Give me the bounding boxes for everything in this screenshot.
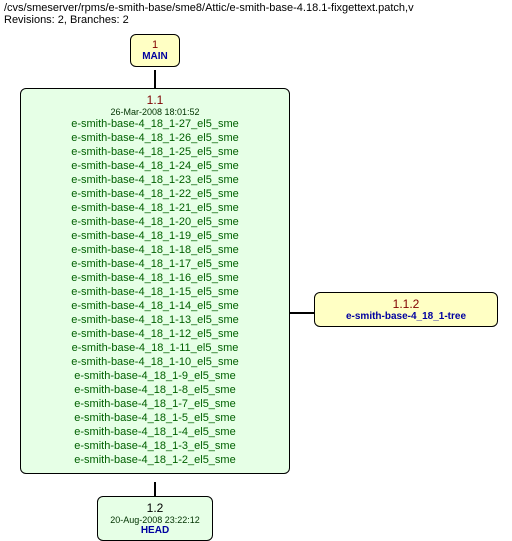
revision-date: 20-Aug-2008 23:22:12	[102, 515, 208, 525]
file-path-header: /cvs/smeserver/rpms/e-smith-base/sme8/At…	[0, 0, 512, 28]
branch-1.1.2-node: 1.1.2 e-smith-base-4_18_1-tree	[314, 292, 498, 327]
revision-tag: e-smith-base-4_18_1-13_el5_sme	[27, 313, 283, 327]
revision-tag: e-smith-base-4_18_1-17_el5_sme	[27, 257, 283, 271]
file-path: /cvs/smeserver/rpms/e-smith-base/sme8/At…	[4, 2, 508, 14]
revision-tag: e-smith-base-4_18_1-9_el5_sme	[27, 369, 283, 383]
revision-tag: e-smith-base-4_18_1-18_el5_sme	[27, 243, 283, 257]
revision-tag: e-smith-base-4_18_1-5_el5_sme	[27, 411, 283, 425]
revision-tag: e-smith-base-4_18_1-12_el5_sme	[27, 327, 283, 341]
revision-tag: e-smith-base-4_18_1-26_el5_sme	[27, 131, 283, 145]
revision-tag: e-smith-base-4_18_1-22_el5_sme	[27, 187, 283, 201]
revision-version: 1.1	[27, 93, 283, 107]
revision-tag: e-smith-base-4_18_1-11_el5_sme	[27, 341, 283, 355]
revision-graph: 1 MAIN 1.1 26-Mar-2008 18:01:52 e-smith-…	[0, 28, 512, 528]
revision-tag: e-smith-base-4_18_1-20_el5_sme	[27, 215, 283, 229]
revision-tag: e-smith-base-4_18_1-24_el5_sme	[27, 159, 283, 173]
revision-tag: e-smith-base-4_18_1-23_el5_sme	[27, 173, 283, 187]
revision-tag: e-smith-base-4_18_1-3_el5_sme	[27, 439, 283, 453]
main-branch-label: MAIN	[133, 51, 177, 62]
revision-tag: e-smith-base-4_18_1-27_el5_sme	[27, 117, 283, 131]
revision-tag: e-smith-base-4_18_1-14_el5_sme	[27, 299, 283, 313]
branch-name: e-smith-base-4_18_1-tree	[319, 311, 493, 322]
revision-1.2-node: 1.2 20-Aug-2008 23:22:12 HEAD	[97, 496, 213, 541]
connector-line	[290, 312, 314, 314]
head-label: HEAD	[102, 525, 208, 536]
revision-tag: e-smith-base-4_18_1-15_el5_sme	[27, 285, 283, 299]
revision-tag: e-smith-base-4_18_1-8_el5_sme	[27, 383, 283, 397]
revision-version: 1.2	[102, 501, 208, 515]
revision-tag: e-smith-base-4_18_1-19_el5_sme	[27, 229, 283, 243]
main-branch-number: 1	[133, 39, 177, 51]
revision-date: 26-Mar-2008 18:01:52	[27, 107, 283, 117]
revision-tag: e-smith-base-4_18_1-10_el5_sme	[27, 355, 283, 369]
revision-tag-list: e-smith-base-4_18_1-27_el5_smee-smith-ba…	[27, 117, 283, 467]
main-branch-node: 1 MAIN	[130, 34, 180, 67]
revision-tag: e-smith-base-4_18_1-2_el5_sme	[27, 453, 283, 467]
revision-tag: e-smith-base-4_18_1-21_el5_sme	[27, 201, 283, 215]
revision-tag: e-smith-base-4_18_1-25_el5_sme	[27, 145, 283, 159]
revision-1.1-node: 1.1 26-Mar-2008 18:01:52 e-smith-base-4_…	[20, 88, 290, 474]
revision-tag: e-smith-base-4_18_1-4_el5_sme	[27, 425, 283, 439]
revision-tag: e-smith-base-4_18_1-7_el5_sme	[27, 397, 283, 411]
revisions-meta: Revisions: 2, Branches: 2	[4, 14, 508, 26]
branch-version: 1.1.2	[319, 297, 493, 311]
revision-tag: e-smith-base-4_18_1-16_el5_sme	[27, 271, 283, 285]
connector-line	[154, 482, 156, 496]
connector-line	[154, 70, 156, 88]
